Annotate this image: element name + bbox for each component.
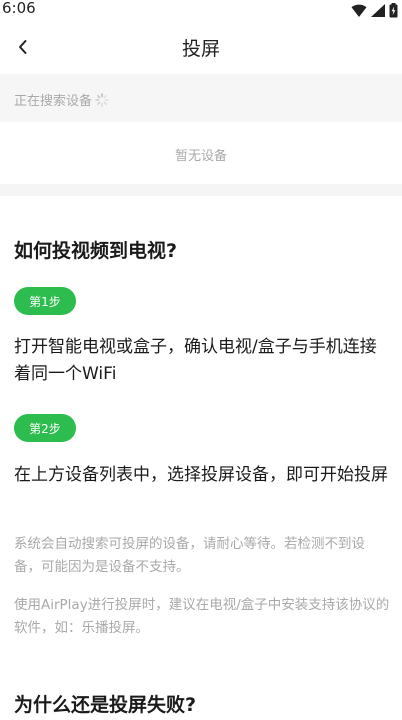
search-status: 正在搜索设备 bbox=[14, 90, 109, 109]
device-list: 暂无设备 bbox=[0, 122, 402, 184]
nav-bar: 投屏 bbox=[0, 20, 402, 74]
status-bar: 6:06 bbox=[0, 0, 402, 20]
section-divider bbox=[0, 184, 402, 196]
guide-title: 如何投视频到电视? bbox=[14, 240, 178, 262]
battery-icon bbox=[389, 2, 398, 17]
wifi-icon bbox=[351, 4, 367, 17]
page-title: 投屏 bbox=[181, 38, 220, 60]
guide-note-1: 系统会自动搜索可投屏的设备，请耐心等待。若检测不到设备，可能因为是设备不支持。 bbox=[14, 536, 365, 575]
empty-device-text: 暂无设备 bbox=[174, 149, 227, 164]
step-badge-2: 第2步 bbox=[14, 414, 76, 442]
signal-icon bbox=[371, 3, 385, 17]
guide-note-2: 使用AirPlay进行投屏时，建议在电视/盒子中安装支持该协议的软件，如：乐播投… bbox=[14, 597, 390, 636]
step-badge-1: 第1步 bbox=[14, 287, 76, 315]
loading-spinner-icon bbox=[95, 92, 109, 107]
search-status-label: 正在搜索设备 bbox=[14, 94, 93, 109]
status-time: 6:06 bbox=[2, 0, 36, 17]
faq-title: 为什么还是投屏失败? bbox=[14, 694, 197, 716]
search-status-strip: 正在搜索设备 bbox=[0, 74, 402, 122]
status-icons bbox=[351, 2, 398, 18]
step-text-2: 在上方设备列表中，选择投屏设备，即可开始投屏 bbox=[14, 465, 388, 485]
step-text-1: 打开智能电视或盒子，确认电视/盒子与手机连接着同一个WiFi bbox=[14, 337, 377, 384]
